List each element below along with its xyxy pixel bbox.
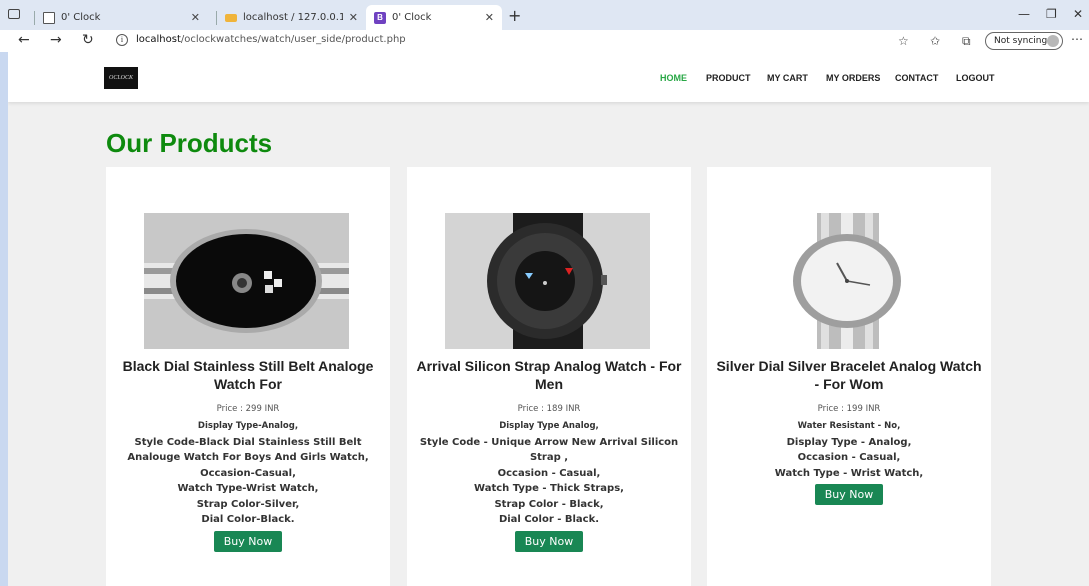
product-specs: Display Type-Analog, Style Code-Black Di… xyxy=(116,419,380,552)
forward-arrow-icon[interactable]: → xyxy=(50,32,62,48)
refresh-icon[interactable]: ↻ xyxy=(82,32,94,48)
avatar-icon xyxy=(1047,35,1059,47)
buy-now-button[interactable]: Buy Now xyxy=(213,530,283,552)
spec-line: Strap , xyxy=(529,452,569,463)
spec-line: Analouge Watch For Boys And Girls Watch, xyxy=(127,452,369,463)
spec-line: Water Resistant - No, xyxy=(797,421,901,431)
spec-line: Style Code-Black Dial Stainless Still Be… xyxy=(134,436,362,448)
spec-line: Watch Type - Thick Straps, xyxy=(474,483,624,494)
close-icon[interactable]: ✕ xyxy=(191,11,200,24)
product-specs: Water Resistant - No, Display Type - Ana… xyxy=(717,419,981,505)
spec-line: Occasion - Casual, xyxy=(497,467,601,479)
spec-line: Dial Color-Black. xyxy=(201,514,295,525)
browser-tab-bar: 0' Clock ✕ localhost / 127.0.0.1 / 0cloc… xyxy=(0,0,1089,30)
nav-my-orders[interactable]: MY ORDERS xyxy=(826,73,880,83)
site-navbar: OCLOCK HOME PRODUCT MY CART MY ORDERS CO… xyxy=(8,52,1089,102)
restore-icon[interactable]: ❐ xyxy=(1046,7,1057,21)
product-image-silicon-strap-watch[interactable] xyxy=(445,213,650,349)
product-price: Price : 299 INR xyxy=(216,404,280,414)
page-title: Our Products xyxy=(106,128,273,158)
site-logo[interactable]: OCLOCK xyxy=(104,67,138,89)
browser-tab-1[interactable]: 0' Clock ✕ xyxy=(26,5,208,30)
favorites-icon[interactable]: ✩ xyxy=(930,34,940,48)
url-path: /oclockwatches/watch/user_side/product.p… xyxy=(180,34,406,45)
info-icon[interactable]: i xyxy=(116,34,128,46)
address-bar: ← → ↻ i localhost/oclockwatches/watch/us… xyxy=(0,30,1089,52)
product-image-black-dial-watch[interactable] xyxy=(144,213,349,349)
url-host: localhost xyxy=(136,34,181,45)
read-aloud-icon[interactable]: ☆ xyxy=(898,34,909,48)
close-icon[interactable]: ✕ xyxy=(485,11,494,24)
collections-icon[interactable]: ⧉ xyxy=(962,34,971,49)
sync-button[interactable]: Not syncing xyxy=(985,32,1063,50)
spec-line: Occasion - Casual, xyxy=(797,452,901,463)
phpmyadmin-icon xyxy=(225,13,237,22)
window-close-icon[interactable]: ✕ xyxy=(1073,7,1083,21)
browser-tab-3[interactable]: B 0' Clock ✕ xyxy=(366,5,502,30)
minimize-icon[interactable]: — xyxy=(1018,7,1030,21)
spec-line: Occasion-Casual, xyxy=(200,467,296,479)
web-page: OCLOCK HOME PRODUCT MY CART MY ORDERS CO… xyxy=(8,52,1089,586)
more-icon[interactable]: ⋯ xyxy=(1071,32,1083,46)
nav-home[interactable]: HOME xyxy=(660,73,687,83)
nav-contact[interactable]: CONTACT xyxy=(895,73,938,83)
nav-logout[interactable]: LOGOUT xyxy=(956,73,995,83)
tab-title: 0' Clock xyxy=(61,12,101,23)
product-price: Price : 199 INR xyxy=(817,404,881,414)
product-card: Arrival Silicon Strap Analog Watch - For… xyxy=(407,167,691,586)
spec-line: Strap Color-Silver, xyxy=(196,498,300,510)
product-card: Black Dial Stainless Still Belt Analoge … xyxy=(106,167,390,586)
browser-tab-2[interactable]: localhost / 127.0.0.1 / 0clock / co ✕ xyxy=(208,5,366,30)
url-field[interactable]: localhost/oclockwatches/watch/user_side/… xyxy=(136,34,406,45)
nav-product[interactable]: PRODUCT xyxy=(706,73,751,83)
buy-now-button[interactable]: Buy Now xyxy=(514,530,584,552)
spec-line: Display Type - Analog, xyxy=(786,436,912,448)
spec-line: Display Type Analog, xyxy=(499,421,599,431)
spec-line: Strap Color - Black, xyxy=(494,498,604,510)
close-icon[interactable]: ✕ xyxy=(349,11,358,24)
product-card: Silver Dial Silver Bracelet Analog Watch… xyxy=(707,167,991,586)
spec-line: Dial Color - Black. xyxy=(498,514,600,525)
product-specs: Display Type Analog, Style Code - Unique… xyxy=(417,419,681,552)
back-arrow-icon[interactable]: ← xyxy=(18,32,30,48)
tab-separator xyxy=(216,10,217,25)
spec-line: Style Code - Unique Arrow New Arrival Si… xyxy=(419,436,679,448)
product-image-silver-bracelet-watch[interactable] xyxy=(745,213,950,349)
product-price: Price : 189 INR xyxy=(517,404,581,414)
tab-actions-icon[interactable] xyxy=(8,9,20,19)
product-title: Arrival Silicon Strap Analog Watch - For… xyxy=(416,358,682,392)
tab-separator xyxy=(34,10,35,25)
new-tab-icon[interactable]: + xyxy=(508,6,521,25)
bootstrap-icon: B xyxy=(374,11,386,24)
spec-line: Watch Type-Wrist Watch, xyxy=(177,483,319,494)
product-title: Black Dial Stainless Still Belt Analoge … xyxy=(122,358,374,392)
product-title: Silver Dial Silver Bracelet Analog Watch… xyxy=(716,358,982,392)
spec-line: Display Type-Analog, xyxy=(197,421,299,431)
buy-now-button[interactable]: Buy Now xyxy=(814,484,884,505)
tab-title: 0' Clock xyxy=(392,12,432,23)
tab-title: localhost / 127.0.0.1 / 0clock / co xyxy=(243,12,343,23)
nav-my-cart[interactable]: MY CART xyxy=(767,73,808,83)
sync-label: Not syncing xyxy=(994,36,1048,46)
spec-line: Watch Type - Wrist Watch, xyxy=(774,467,924,479)
page-icon xyxy=(43,11,55,24)
